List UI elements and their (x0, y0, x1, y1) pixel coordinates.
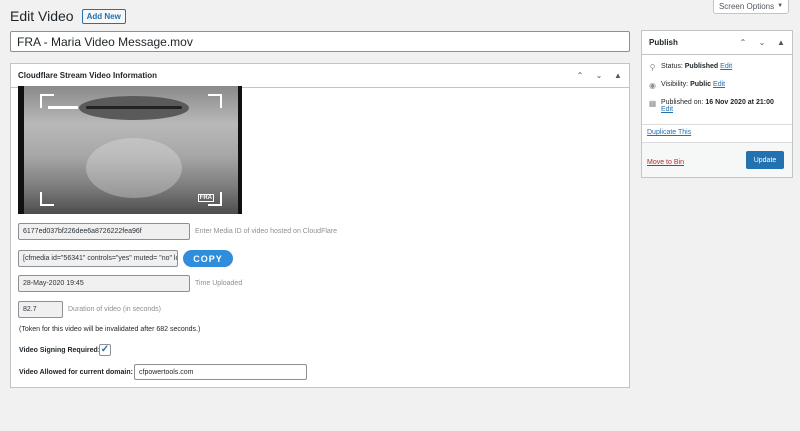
caret-down-icon: ▼ (777, 3, 784, 9)
page-title: Edit Video (10, 8, 74, 24)
screen-options-button[interactable]: Screen Options ▼ (713, 0, 789, 14)
shortcode-input[interactable]: [cfmedia id="56341" controls="yes" muted… (18, 250, 178, 267)
move-up-icon[interactable]: ⌃ (575, 71, 585, 80)
move-to-bin-link[interactable]: Move to Bin (647, 159, 684, 166)
metabox-header: Cloudflare Stream Video Information ⌃ ⌄ … (11, 64, 629, 88)
visibility-edit-link[interactable]: Edit (713, 81, 725, 88)
screen-options-label: Screen Options (718, 1, 775, 11)
move-down-icon[interactable]: ⌄ (757, 38, 767, 47)
visibility-row: ◉ Visibility: Public Edit (648, 81, 725, 90)
duration-input[interactable]: 82.7 (18, 301, 63, 318)
published-value: 16 Nov 2020 at 21:00 (705, 99, 774, 106)
add-new-button[interactable]: Add New (81, 8, 126, 24)
signing-checkbox[interactable]: ✓ (99, 344, 111, 356)
domain-label: Video Allowed for current domain: (19, 369, 133, 376)
publish-title: Publish (649, 38, 678, 47)
calendar-icon: ▦ (648, 99, 657, 108)
eye-icon: ◉ (649, 81, 656, 90)
post-title-input[interactable]: FRA - Maria Video Message.mov (10, 31, 630, 52)
publish-metabox: Publish ⌃ ⌄ ▲ ⚲ Status: Published Edit ◉… (641, 30, 793, 178)
metabox-actions: ⌃ ⌄ ▲ (575, 71, 623, 80)
duration-hint: Duration of video (in seconds) (68, 306, 161, 313)
domain-input[interactable]: cfpowertools.com (134, 364, 307, 380)
collapse-icon[interactable]: ▲ (776, 38, 786, 47)
move-down-icon[interactable]: ⌄ (594, 71, 604, 80)
pin-icon: ⚲ (649, 63, 656, 72)
signing-label: Video Signing Required: (19, 347, 101, 354)
published-edit-link[interactable]: Edit (661, 106, 673, 113)
publish-header: Publish ⌃ ⌄ ▲ (642, 31, 792, 55)
publish-actions: ⌃ ⌄ ▲ (738, 38, 786, 47)
media-id-hint: Enter Media ID of video hosted on CloudF… (195, 228, 338, 235)
video-frame-image: FRA (24, 86, 238, 214)
time-uploaded-input[interactable]: 28-May-2020 19:45 (18, 275, 190, 292)
publish-footer: Move to Bin Update (642, 142, 792, 177)
published-row: ▦ Published on: 16 Nov 2020 at 21:00 Edi… (648, 99, 790, 113)
status-value: Published (684, 63, 719, 70)
status-edit-link[interactable]: Edit (720, 63, 732, 70)
page-header: Edit Video Add New (10, 8, 126, 24)
time-uploaded-hint: Time Uploaded (195, 280, 243, 287)
token-note: (Token for this video will be invalidate… (19, 326, 201, 333)
status-label: Status: (661, 63, 683, 70)
metabox-title: Cloudflare Stream Video Information (18, 71, 157, 80)
media-id-input[interactable]: 6177ed037bf226dee6a8726222fea96f (18, 223, 190, 240)
status-row: ⚲ Status: Published Edit (648, 63, 733, 72)
published-label: Published on: (661, 99, 704, 106)
copy-button[interactable]: COPY (183, 250, 233, 267)
duplicate-link[interactable]: Duplicate This (647, 129, 691, 136)
cloudflare-metabox: Cloudflare Stream Video Information ⌃ ⌄ … (10, 63, 630, 388)
visibility-label: Visibility: (661, 81, 689, 88)
video-thumbnail: FRA (18, 86, 242, 214)
visibility-value: Public (690, 81, 712, 88)
update-button[interactable]: Update (746, 151, 784, 169)
checkmark-icon: ✓ (100, 344, 110, 355)
collapse-icon[interactable]: ▲ (613, 71, 623, 80)
move-up-icon[interactable]: ⌃ (738, 38, 748, 47)
camera-overlay-label: FRA (197, 194, 214, 202)
